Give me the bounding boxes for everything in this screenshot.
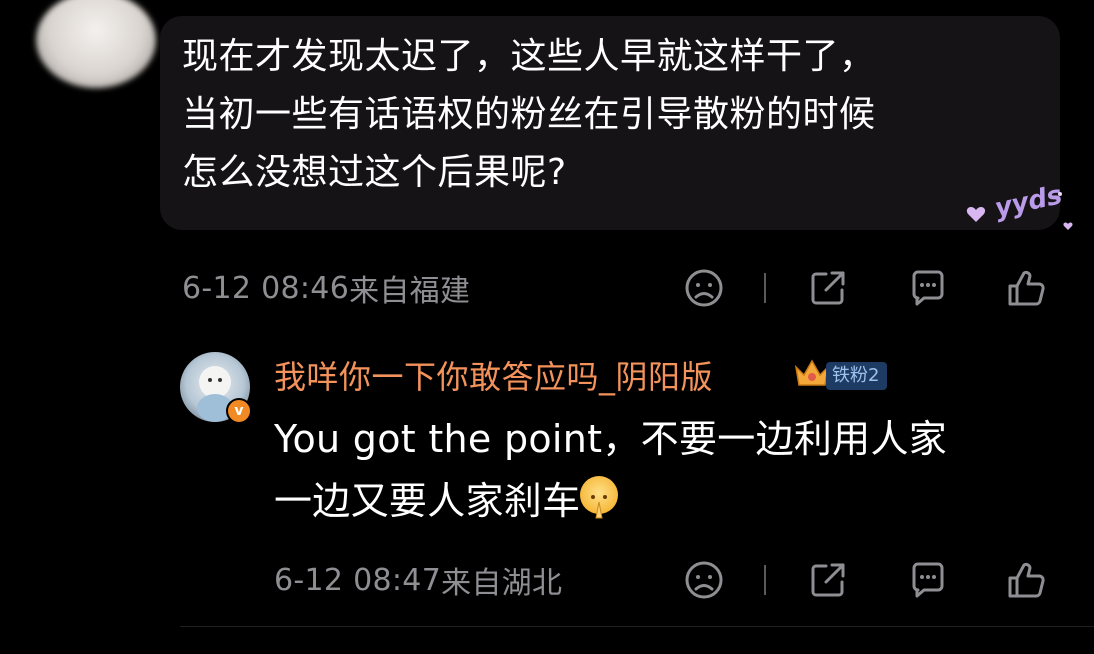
reply-meta: 6-12 08:47 来自湖北 bbox=[274, 560, 563, 602]
comment-time: 6-12 08:46 bbox=[182, 270, 350, 306]
share-icon[interactable] bbox=[806, 558, 850, 602]
like-icon[interactable] bbox=[1004, 266, 1048, 310]
comment-text: 现在才发现太迟了，这些人早就这样干了， 当初一些有话语权的粉丝在引导散粉的时候 … bbox=[182, 28, 1042, 202]
reply-time: 6-12 08:47 bbox=[274, 562, 442, 598]
sticker-label: yyds bbox=[992, 180, 1065, 223]
comment-thread: 现在才发现太迟了，这些人早就这样干了， 当初一些有话语权的粉丝在引导散粉的时候 … bbox=[0, 0, 1094, 654]
comment-icon[interactable] bbox=[906, 266, 950, 310]
pray-emoji bbox=[580, 476, 619, 519]
comment-icon[interactable] bbox=[906, 558, 950, 602]
dislike-icon[interactable] bbox=[682, 266, 726, 310]
yyds-sticker: yyds bbox=[966, 180, 1073, 230]
reply-location: 来自湖北 bbox=[441, 566, 563, 601]
separator-line bbox=[180, 626, 1094, 627]
reply-line-2: 一边又要人家刹车 bbox=[274, 470, 1054, 532]
comment-meta: 6-12 08:46 来自福建 bbox=[182, 268, 471, 310]
comment-line: 现在才发现太迟了，这些人早就这样干了， bbox=[182, 36, 876, 77]
reply-line: You got the point，不要一边利用人家 bbox=[274, 417, 948, 461]
like-icon[interactable] bbox=[1004, 558, 1048, 602]
comment-location: 来自福建 bbox=[349, 274, 471, 309]
share-icon[interactable] bbox=[806, 266, 850, 310]
divider bbox=[764, 273, 766, 303]
dislike-icon[interactable] bbox=[682, 558, 726, 602]
comment-line: 怎么没想过这个后果呢? bbox=[182, 152, 567, 193]
replier-username[interactable]: 我咩你一下你敢答应吗_阴阳版 bbox=[274, 352, 713, 398]
comment-line: 当初一些有话语权的粉丝在引导散粉的时候 bbox=[182, 94, 876, 135]
fan-level-badge: 铁粉2 bbox=[826, 362, 888, 390]
commenter-avatar[interactable] bbox=[36, 0, 156, 88]
reply-line-text: 一边又要人家刹车 bbox=[274, 479, 581, 523]
divider bbox=[764, 565, 766, 595]
verified-badge: v bbox=[226, 398, 252, 424]
reply-text: You got the point，不要一边利用人家 一边又要人家刹车 bbox=[274, 408, 1054, 532]
